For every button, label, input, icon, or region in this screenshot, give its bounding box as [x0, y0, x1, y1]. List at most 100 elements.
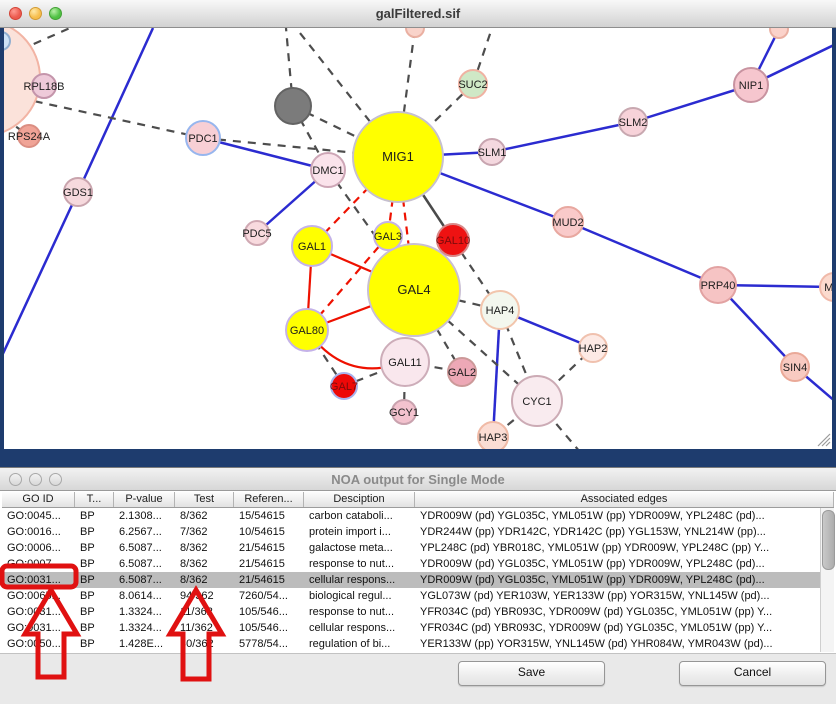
- network-canvas[interactable]: RPL18BRPS24AGDS1PDC1PDC5MIG1DMC1SUC2SLM1…: [0, 0, 836, 462]
- cell: 8/362: [175, 556, 234, 572]
- noa-window-titlebar[interactable]: NOA output for Single Mode: [0, 468, 836, 491]
- cell: 7260/54...: [234, 588, 304, 604]
- cell: 8/362: [175, 508, 234, 524]
- node-label: GAL4: [397, 282, 430, 297]
- cell: response to nut...: [304, 604, 415, 620]
- cell: 1.3324...: [114, 620, 175, 636]
- table-row[interactable]: GO:0006...BP6.5087...8/36221/54615galact…: [2, 540, 834, 556]
- noa-window-title: NOA output for Single Mode: [0, 472, 836, 487]
- cell: 21/54615: [234, 572, 304, 588]
- go-results-table: GO IDT...P-valueTestReferen...Desciption…: [2, 491, 834, 652]
- node-label: SUC2: [458, 79, 487, 91]
- table-row[interactable]: GO:0016...BP6.2567...7/36210/54615protei…: [2, 524, 834, 540]
- cell: protein import i...: [304, 524, 415, 540]
- node-label: SIN4: [783, 362, 807, 374]
- cell: BP: [75, 524, 114, 540]
- save-button[interactable]: Save: [458, 661, 605, 686]
- cell: 1.3324...: [114, 604, 175, 620]
- table-row[interactable]: GO:0065...BP8.0614...94/3627260/54...bio…: [2, 588, 834, 604]
- cell: YPL248C (pd) YBR018C, YML051W (pp) YDR00…: [415, 540, 818, 556]
- cell: 1.428E...: [114, 636, 175, 652]
- noa-output-window: NOA output for Single Mode GO IDT...P-va…: [0, 467, 836, 704]
- node-label: SLM2: [619, 117, 648, 129]
- cell: YFR034C (pd) YBR093C, YDR009W (pd) YGL03…: [415, 620, 818, 636]
- cell: BP: [75, 604, 114, 620]
- cell: YFR034C (pd) YBR093C, YDR009W (pd) YGL03…: [415, 604, 818, 620]
- cell: 11/362: [175, 604, 234, 620]
- column-header-associated-edges[interactable]: Associated edges: [415, 492, 834, 507]
- table-row[interactable]: GO:0031...BP1.3324...11/362105/546...cel…: [2, 620, 834, 636]
- scrollbar-thumb[interactable]: [822, 510, 835, 570]
- cell: 7/362: [175, 524, 234, 540]
- cell: regulation of bi...: [304, 636, 415, 652]
- cell: 6.5087...: [114, 572, 175, 588]
- node-gray[interactable]: [275, 88, 311, 124]
- cancel-button[interactable]: Cancel: [679, 661, 826, 686]
- table-row[interactable]: GO:0007...BP6.5087...8/36221/54615respon…: [2, 556, 834, 572]
- node-label: HAP3: [479, 432, 508, 444]
- cell: GO:0007...: [2, 556, 75, 572]
- table-row[interactable]: GO:0050...BP1.428E...80/3625778/54...reg…: [2, 636, 834, 652]
- node-label: GAL80: [290, 325, 324, 337]
- table-body: GO:0045...BP2.1308...8/36215/54615carbon…: [2, 508, 834, 652]
- cell: 6.5087...: [114, 556, 175, 572]
- cell: GO:0045...: [2, 508, 75, 524]
- column-header-t-[interactable]: T...: [75, 492, 114, 507]
- cell: GO:0031...: [2, 620, 75, 636]
- cell: YDR244W (pp) YDR142C, YDR142C (pp) YGL15…: [415, 524, 818, 540]
- cell: YDR009W (pd) YGL035C, YML051W (pp) YDR00…: [415, 556, 818, 572]
- cell: GO:0031...: [2, 572, 75, 588]
- cell: GO:0016...: [2, 524, 75, 540]
- cell: YDR009W (pd) YGL035C, YML051W (pp) YDR00…: [415, 572, 818, 588]
- cell: YER133W (pp) YOR315W, YNL145W (pd) YHR08…: [415, 636, 818, 652]
- cell: GO:0050...: [2, 636, 75, 652]
- cell: GO:0031...: [2, 604, 75, 620]
- cell: 105/546...: [234, 620, 304, 636]
- cell: BP: [75, 540, 114, 556]
- node-label: RPL18B: [24, 81, 65, 93]
- cell: galactose meta...: [304, 540, 415, 556]
- node-label: CYC1: [522, 396, 551, 408]
- cell: 8/362: [175, 540, 234, 556]
- node-label: MUD2: [552, 217, 583, 229]
- cell: 80/362: [175, 636, 234, 652]
- column-header-referen-[interactable]: Referen...: [234, 492, 304, 507]
- cell: 21/54615: [234, 540, 304, 556]
- cell: 15/54615: [234, 508, 304, 524]
- table-row[interactable]: GO:0031...BP1.3324...11/362105/546...res…: [2, 604, 834, 620]
- network-window-titlebar[interactable]: galFiltered.sif: [0, 0, 836, 28]
- cell: 8.0614...: [114, 588, 175, 604]
- cell: GO:0006...: [2, 540, 75, 556]
- node-label: PDC1: [188, 133, 217, 145]
- cell: BP: [75, 620, 114, 636]
- cell: BP: [75, 588, 114, 604]
- network-window-title: galFiltered.sif: [0, 6, 836, 21]
- node-label: DMC1: [312, 165, 343, 177]
- node-label: GAL7: [330, 381, 358, 393]
- column-header-go-id[interactable]: GO ID: [2, 492, 75, 507]
- node-label: GAL1: [298, 241, 326, 253]
- table-row[interactable]: GO:0045...BP2.1308...8/36215/54615carbon…: [2, 508, 834, 524]
- node-label: MIG1: [382, 149, 414, 164]
- cell: response to nut...: [304, 556, 415, 572]
- button-bar: Save Cancel: [0, 653, 836, 704]
- node-label: GAL2: [448, 367, 476, 379]
- cell: cellular respons...: [304, 572, 415, 588]
- column-header-test[interactable]: Test: [175, 492, 234, 507]
- table-row[interactable]: GO:0031...BP6.5087...8/36221/54615cellul…: [2, 572, 834, 588]
- column-header-desciption[interactable]: Desciption: [304, 492, 415, 507]
- vertical-scrollbar[interactable]: [820, 508, 834, 652]
- cell: 10/54615: [234, 524, 304, 540]
- cell: BP: [75, 572, 114, 588]
- cell: 11/362: [175, 620, 234, 636]
- cell: 21/54615: [234, 556, 304, 572]
- table-header-row: GO IDT...P-valueTestReferen...Desciption…: [2, 491, 834, 508]
- column-header-p-value[interactable]: P-value: [114, 492, 175, 507]
- node-label: PDC5: [242, 228, 271, 240]
- cell: YDR009W (pd) YGL035C, YML051W (pp) YDR00…: [415, 508, 818, 524]
- node-label: RPS24A: [8, 131, 51, 143]
- node-label: NIP1: [739, 80, 763, 92]
- cell: BP: [75, 636, 114, 652]
- cell: 6.2567...: [114, 524, 175, 540]
- cell: cellular respons...: [304, 620, 415, 636]
